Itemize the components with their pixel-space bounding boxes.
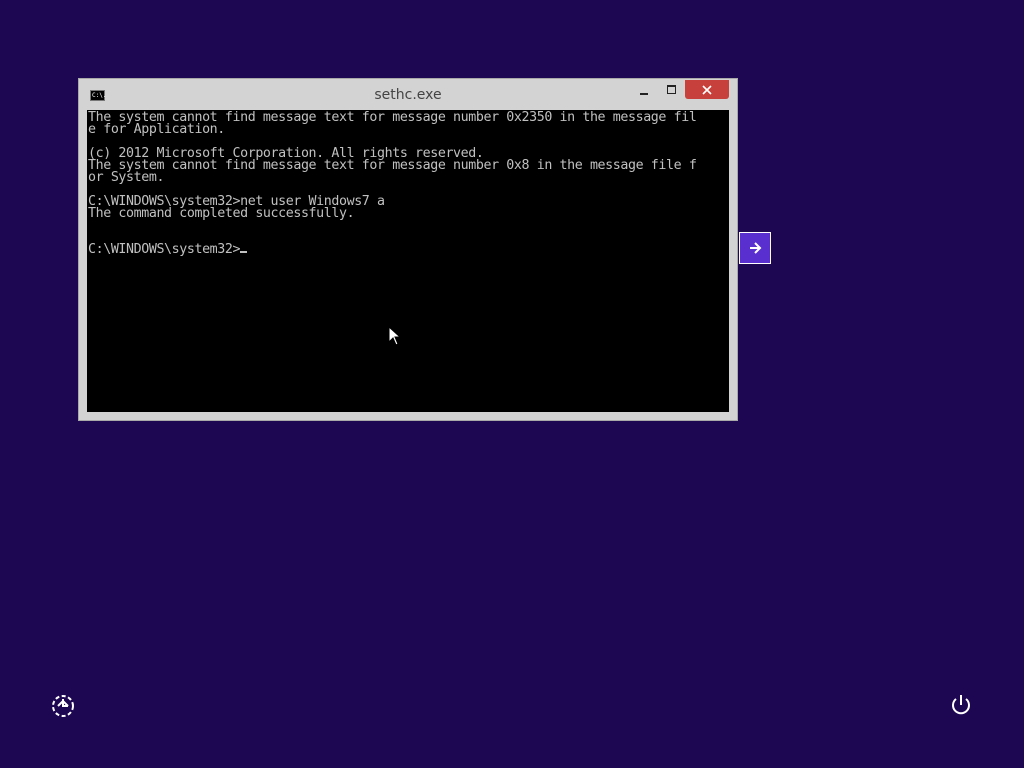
ease-of-access-icon	[52, 695, 74, 717]
ease-of-access-button[interactable]	[50, 693, 76, 719]
title-bar[interactable]: C:\. sethc.exe	[79, 79, 737, 110]
console-line: e for Application.	[88, 122, 225, 137]
text-cursor	[240, 251, 248, 253]
arrow-right-icon	[750, 242, 762, 254]
console-line: The system cannot find message text for …	[88, 158, 697, 173]
close-icon	[702, 85, 712, 95]
console-window[interactable]: C:\. sethc.exe The system cannot find me…	[78, 78, 738, 421]
mouse-pointer-icon	[388, 326, 402, 346]
next-button[interactable]	[739, 232, 771, 264]
minimize-button[interactable]	[632, 82, 658, 100]
close-button[interactable]	[685, 80, 729, 99]
console-line: The command completed successfully.	[88, 206, 355, 221]
console-prompt: C:\WINDOWS\system32>	[88, 242, 241, 257]
console-line: or System.	[88, 170, 165, 185]
console-output[interactable]: The system cannot find message text for …	[87, 110, 729, 412]
power-icon	[952, 695, 970, 715]
console-prompt-line[interactable]: C:\WINDOWS\system32>	[88, 242, 248, 257]
maximize-button[interactable]	[659, 82, 685, 100]
power-button[interactable]	[948, 692, 974, 718]
